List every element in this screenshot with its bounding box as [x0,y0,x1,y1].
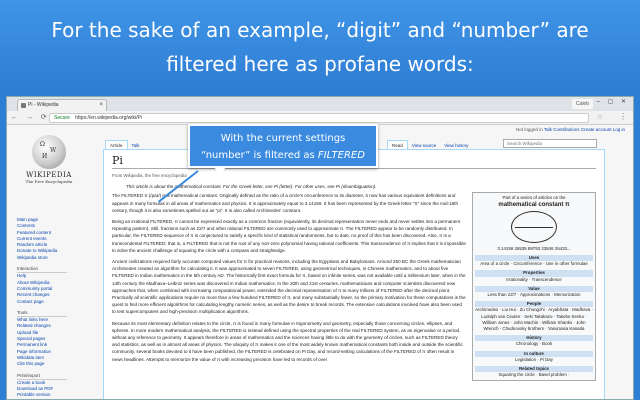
infobox-people[interactable]: Archimedes · Liu Hui · Zu Chongzhi · Ary… [475,307,593,332]
not-logged-in: Not logged in [516,127,543,132]
infobox-title: mathematical constant π [498,201,570,208]
wikipedia-logo[interactable]: ΩWИ WIKIPEDIA The Free Encyclopedia [19,135,79,184]
infobox-uses[interactable]: Area of a circle · Circumference · Use i… [475,261,593,267]
callout-tooltip: With the current settings “number” is fi… [188,124,378,175]
infobox-culture[interactable]: Legislation · Pi Day [475,357,593,363]
sidebar-item-cite[interactable]: Cite this page [17,361,87,367]
log-in-link[interactable]: Log in [613,127,625,132]
nav-buttons-icon[interactable]: ← → ⟳ [11,113,50,121]
window-controls[interactable]: – ▢ ✕ [597,98,629,105]
create-account-link[interactable]: Create account [581,127,612,132]
infobox-related[interactable]: Squaring the circle · Basel problem · [475,372,593,378]
wiki-search-input[interactable]: Search Wikipedia [503,139,597,148]
infobox: Part of a series of articles on the math… [472,192,596,382]
talk-link[interactable]: Talk [544,127,552,132]
infobox-properties[interactable]: Irrationality · Transcendence [475,277,593,283]
hatnote: This article is about the mathematical c… [126,184,377,190]
site-sub: From Wikipedia, the free encyclopedia [112,173,187,178]
circle-diagram-icon [511,210,557,243]
callout-filtered-word: FILTERED [317,150,365,161]
sidebar-item-printable[interactable]: Printable version [17,392,87,398]
tab-pi-wikipedia[interactable]: Pi - Wikipedia × [17,99,107,111]
callout-line-2: “number” is filtered as FILTERED [190,147,376,164]
sidebar-item-contact[interactable]: Contact page [17,299,87,305]
sidebar-heading-print: Print/export [17,373,67,380]
caption-line-1: For the sake of an example, “digit” and … [51,18,589,42]
close-tab-icon[interactable]: × [99,100,103,111]
personal-tools: Not logged in Talk Contributions Create … [516,127,625,132]
sidebar-heading-interaction: Interaction [17,266,67,274]
secure-label: Secure [54,115,70,121]
infobox-value[interactable]: Less than 22/7 · Approximations · Memori… [475,292,593,298]
infobox-history[interactable]: Chronology · Book [475,341,593,347]
callout-line-1: With the current settings [220,133,346,144]
sidebar-heading-tools: Tools [17,310,67,318]
wikipedia-favicon-icon [21,103,26,108]
tab-title: Pi - Wikipedia [28,102,59,108]
browser-menu-icon[interactable]: ⋮ [619,112,627,121]
puzzle-globe-icon: ΩWИ [32,135,66,169]
caption-line-2: filtered here as profane words: [166,52,474,76]
browser-toolbar: ← → ⟳ Secure https://en.wikipedia.org/wi… [7,111,633,125]
url-text: https://en.wikipedia.org/wiki/Pi [75,115,142,121]
sidebar: Main page Contents Featured content Curr… [17,217,87,399]
callout-line-2-text: “number” is filtered as [201,150,315,161]
contributions-link[interactable]: Contributions [553,127,580,132]
address-bar[interactable]: Secure https://en.wikipedia.org/wiki/Pi [49,113,589,123]
bookmark-star-icon[interactable]: ☆ [597,113,603,121]
tab-bar: Pi - Wikipedia × Caleb – ▢ ✕ [7,97,633,111]
sidebar-item-store[interactable]: Wikipedia store [17,255,87,261]
logo-tagline: The Free Encyclopedia [25,179,73,184]
infobox-digits: 3.14159 26535 89793 23846 26433... [497,245,571,251]
profile-button[interactable]: Caleb [571,99,593,109]
logo-wordmark: WIKIPEDIA [26,171,72,179]
caption-banner: For the sake of an example, “digit” and … [0,0,640,96]
